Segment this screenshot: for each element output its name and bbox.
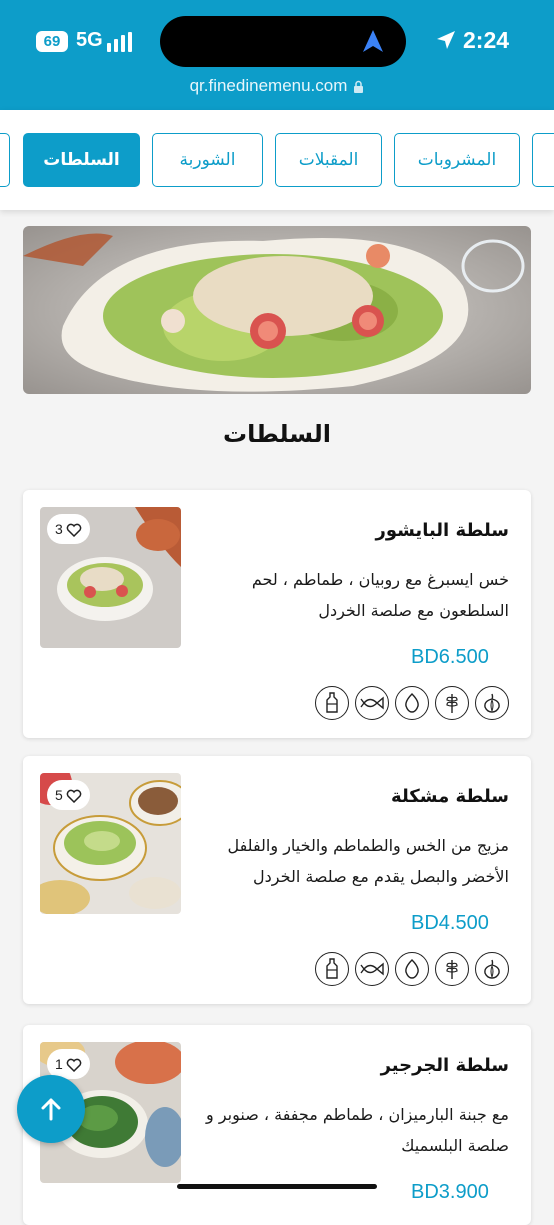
status-bar: 69 5G 2:24 qr.finedinemenu.com	[0, 0, 554, 110]
menu-item-card[interactable]: 5 سلطة مشكلة مزيج من الخس والطماطم والخي…	[23, 756, 531, 1004]
url-text: qr.finedinemenu.com	[189, 76, 348, 95]
menu-item-card[interactable]: 1 سلطة الجرجير مع جبنة البارميزان ، طماط…	[23, 1025, 531, 1225]
garlic-icon	[475, 686, 509, 720]
dish-name: سلطة البايشور	[375, 520, 509, 541]
tab-appetizers[interactable]: المقبلات	[275, 133, 382, 187]
signal-icon	[107, 32, 135, 52]
tab-salads[interactable]: السلطات	[23, 133, 140, 187]
arrow-up-icon	[41, 1098, 61, 1121]
battery-indicator: 69	[36, 31, 68, 52]
dish-name: سلطة مشكلة	[391, 786, 509, 807]
tab-drinks[interactable]: المشروبات	[394, 133, 520, 187]
allergen-icons	[315, 952, 509, 986]
bottle-icon	[315, 686, 349, 720]
dish-name: سلطة الجرجير	[380, 1055, 509, 1076]
dynamic-island	[160, 16, 406, 67]
section-title: السلطات	[223, 420, 331, 448]
bottle-icon	[315, 952, 349, 986]
dish-description: مزيج من الخس والطماطم والخيار والفلفل ال…	[227, 836, 509, 886]
fish-icon	[355, 952, 389, 986]
wheat-icon	[435, 686, 469, 720]
egg-icon	[395, 686, 429, 720]
garlic-icon	[475, 952, 509, 986]
lock-icon	[354, 80, 364, 93]
heart-icon	[66, 523, 82, 537]
like-count: 3	[55, 521, 63, 537]
like-button[interactable]: 5	[47, 780, 90, 810]
like-count: 1	[55, 1056, 63, 1072]
scroll-to-top-button[interactable]	[17, 1075, 85, 1143]
tab-partial-right[interactable]	[532, 133, 554, 187]
heart-icon	[66, 1058, 82, 1072]
allergen-icons	[315, 686, 509, 720]
navigation-arrow-icon	[363, 30, 383, 52]
dish-price: BD4.500	[411, 912, 489, 934]
category-hero-image	[23, 226, 531, 394]
address-bar[interactable]: qr.finedinemenu.com	[0, 76, 554, 96]
dish-image[interactable]: 3	[40, 507, 181, 648]
tab-soup[interactable]: الشوربة	[152, 133, 263, 187]
heart-icon	[66, 789, 82, 803]
egg-icon	[395, 952, 429, 986]
dish-price: BD3.900	[411, 1181, 489, 1203]
like-count: 5	[55, 787, 63, 803]
tab-partial-left[interactable]	[0, 133, 10, 187]
clock: 2:24	[463, 27, 510, 53]
fish-icon	[355, 686, 389, 720]
location-icon	[437, 31, 455, 49]
dish-description: مع جبنة البارميزان ، طماطم مجففة ، صنوبر…	[206, 1105, 509, 1155]
network-type: 5G	[76, 29, 103, 51]
home-indicator	[177, 1184, 377, 1189]
wheat-icon	[435, 952, 469, 986]
dish-description: خس ايسبرغ مع روبيان ، طماطم ، لحم السلطع…	[251, 570, 509, 620]
like-button[interactable]: 3	[47, 514, 90, 544]
menu-item-card[interactable]: 3 سلطة البايشور خس ايسبرغ مع روبيان ، طم…	[23, 490, 531, 738]
category-tabs: السلطات الشوربة المقبلات المشروبات	[0, 110, 554, 210]
dish-image[interactable]: 5	[40, 773, 181, 914]
dish-price: BD6.500	[411, 646, 489, 668]
